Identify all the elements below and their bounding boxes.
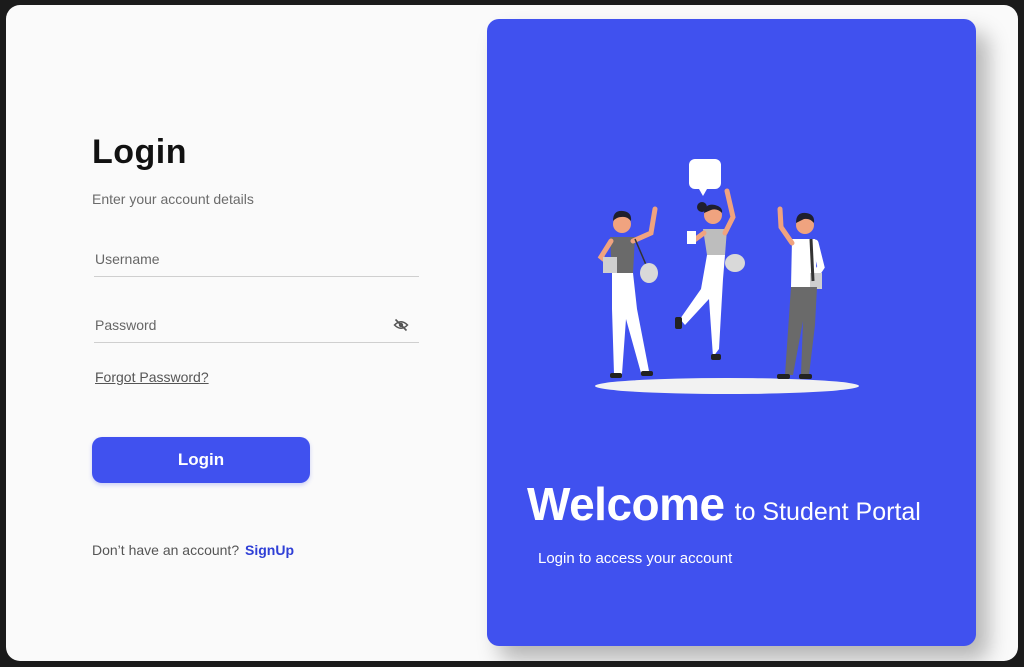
welcome-panel: Welcome to Student Portal Login to access… bbox=[487, 19, 976, 646]
password-field-container bbox=[94, 308, 419, 343]
username-field-container bbox=[94, 242, 419, 277]
login-button[interactable]: Login bbox=[92, 437, 310, 483]
page-title: Login bbox=[92, 133, 188, 171]
password-input[interactable] bbox=[95, 314, 385, 336]
welcome-title: Welcome bbox=[527, 478, 725, 530]
welcome-heading: Welcome to Student Portal bbox=[527, 477, 921, 531]
welcome-subtitle: Login to access your account bbox=[538, 550, 733, 567]
signup-row: Don’t have an account? SignUp bbox=[92, 542, 294, 558]
username-input[interactable] bbox=[95, 248, 385, 270]
signup-link[interactable]: SignUp bbox=[245, 542, 294, 558]
app-window: Login Enter your account details Forgot … bbox=[6, 5, 1018, 661]
page-subtitle: Enter your account details bbox=[92, 191, 254, 207]
welcome-suffix: to Student Portal bbox=[734, 498, 921, 526]
signup-prompt: Don’t have an account? bbox=[92, 542, 240, 558]
students-illustration bbox=[595, 159, 859, 394]
eye-off-icon[interactable] bbox=[393, 318, 409, 332]
forgot-password-link[interactable]: Forgot Password? bbox=[95, 369, 209, 385]
